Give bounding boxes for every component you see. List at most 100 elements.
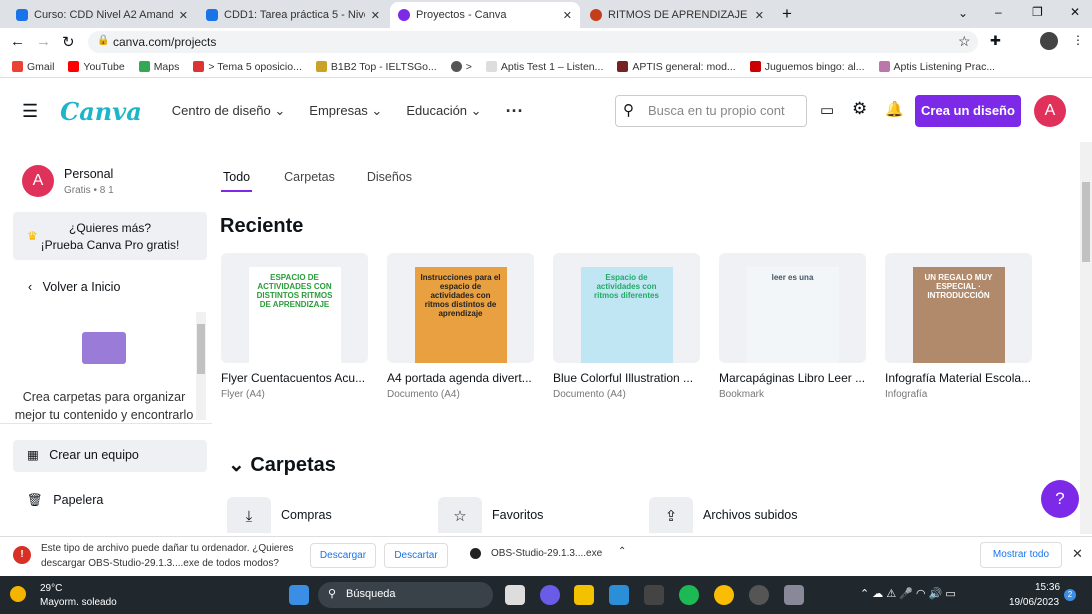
pro-promo[interactable]: ♛ ¿Quieres más? ¡Prueba Canva Pro gratis… [13, 212, 207, 260]
clock-time[interactable]: 15:36 [1035, 582, 1060, 593]
bookmark[interactable]: Gmail [12, 60, 54, 73]
close-window-button[interactable]: ✕ [1070, 5, 1080, 19]
star-icon[interactable]: ☆ [958, 33, 971, 50]
design-thumbnail[interactable]: Espacio de actividades con ritmos difere… [553, 253, 700, 363]
design-card[interactable]: leer es una Marcapáginas Libro Leer ... … [719, 253, 866, 400]
taskbar: 29°C Mayorm. soleado ⚲ Búsqueda ⌃ ☁ ⚠ 🎤 ◠… [0, 576, 1092, 614]
store-icon[interactable] [644, 585, 664, 605]
bookmark[interactable]: Juguemos bingo: al... [749, 60, 865, 73]
trash-link[interactable]: 🗑 Papelera [27, 493, 103, 508]
bookmark[interactable]: Aptis Test 1 – Listen... [485, 60, 603, 73]
avatar[interactable]: A [1034, 95, 1066, 127]
teams-icon[interactable] [540, 585, 560, 605]
spotify-icon[interactable] [679, 585, 699, 605]
sidebar-scrollbar[interactable] [196, 312, 206, 420]
obs-icon[interactable] [749, 585, 769, 605]
page-scrollbar[interactable] [1080, 142, 1092, 534]
new-tab-button[interactable]: + [782, 4, 792, 24]
bookmark[interactable]: B1B2 Top - IELTSGo... [315, 60, 437, 73]
desktop-icon[interactable]: ▭ [820, 101, 834, 119]
hamburger-menu-icon[interactable]: ☰ [22, 101, 38, 122]
tab-search-icon[interactable]: ⌄ [958, 6, 968, 20]
design-card[interactable]: UN REGALO MUY ESPECIAL · INTRODUCCIÓN In… [885, 253, 1032, 400]
design-thumbnail[interactable]: Instrucciones para el espacio de activid… [387, 253, 534, 363]
canva-icon [398, 9, 410, 21]
design-card[interactable]: ESPACIO DE ACTIVIDADES CON DISTINTOS RIT… [221, 253, 368, 400]
download-file[interactable]: OBS-Studio-29.1.3....exe [491, 548, 602, 559]
notification-badge[interactable]: 2 [1064, 589, 1076, 601]
task-view-icon[interactable] [505, 585, 525, 605]
account-plan: Gratis • 8 1 [64, 185, 114, 196]
tab-designs[interactable]: Diseños [367, 170, 412, 192]
minimize-button[interactable]: – [995, 5, 1002, 19]
temperature[interactable]: 29°C [40, 583, 62, 594]
chevron-up-icon[interactable]: ⌃ [618, 546, 626, 557]
tab-all[interactable]: Todo [221, 170, 253, 192]
bookmark[interactable]: > Tema 5 oposicio... [193, 60, 302, 73]
restore-button[interactable]: ❐ [1032, 5, 1043, 19]
design-title[interactable]: Blue Colorful Illustration ... [553, 371, 700, 385]
account-name[interactable]: Personal [64, 167, 113, 181]
design-title[interactable]: Flyer Cuentacuentos Acu... [221, 371, 368, 385]
bookmark[interactable]: Aptis Listening Prac... [878, 60, 995, 73]
bookmark[interactable]: APTIS general: mod... [617, 60, 736, 73]
tab-0[interactable]: Curso: CDD Nivel A2 Amanda Fe ✕ [8, 2, 196, 28]
settings-icon[interactable] [784, 585, 804, 605]
more-icon[interactable]: ··· [506, 101, 524, 122]
bookmark[interactable]: YouTube [68, 60, 125, 73]
canva-logo[interactable]: Canva [60, 97, 142, 126]
weather-text[interactable]: Mayorm. soleado [40, 597, 117, 608]
divider [0, 423, 212, 424]
nav-business[interactable]: Empresas ⌄ [309, 103, 382, 119]
discard-button[interactable]: Descartar [384, 543, 448, 568]
back-icon[interactable]: ← [10, 33, 25, 50]
search-input[interactable]: Busca en tu propio cont [615, 95, 807, 127]
system-tray-icons[interactable]: ⌃ ☁ ⚠ 🎤 ◠ 🔊 ▭ [860, 587, 956, 600]
design-title[interactable]: Infografía Material Escola... [885, 371, 1032, 385]
extensions-icon[interactable]: ✚ [990, 33, 1001, 49]
close-icon[interactable]: ✕ [179, 9, 188, 22]
design-title[interactable]: Marcapáginas Libro Leer ... [719, 371, 866, 385]
mail-icon[interactable] [609, 585, 629, 605]
download-button[interactable]: Descargar [310, 543, 376, 568]
forward-icon[interactable]: → [36, 33, 51, 50]
tab-2[interactable]: Proyectos - Canva ✕ [390, 2, 580, 28]
reload-icon[interactable]: ↻ [62, 33, 75, 51]
close-icon[interactable]: ✕ [371, 9, 380, 22]
show-all-button[interactable]: Mostrar todo [980, 542, 1062, 568]
clock-date[interactable]: 19/06/2023 [1009, 597, 1059, 608]
profile-avatar[interactable] [1040, 32, 1058, 50]
url-input[interactable]: canva.com/projects [88, 31, 978, 53]
back-home-link[interactable]: ‹ Volver a Inicio [28, 280, 120, 294]
file-explorer-icon[interactable] [574, 585, 594, 605]
close-icon[interactable]: ✕ [1072, 546, 1083, 562]
menu-icon[interactable]: ⋮ [1072, 33, 1084, 47]
create-design-button[interactable]: Crea un diseño [915, 95, 1021, 127]
folder-uploads[interactable]: ⇪ Archivos subidos [649, 497, 798, 533]
tab-1[interactable]: CDD1: Tarea práctica 5 - Nivel A2 ✕ [198, 2, 388, 28]
powerpoint-icon [590, 9, 602, 21]
design-thumbnail[interactable]: ESPACIO DE ACTIVIDADES CON DISTINTOS RIT… [221, 253, 368, 363]
start-button[interactable] [289, 585, 309, 605]
bookmark[interactable]: > [450, 60, 472, 73]
design-thumbnail[interactable]: UN REGALO MUY ESPECIAL · INTRODUCCIÓN [885, 253, 1032, 363]
close-icon[interactable]: ✕ [755, 9, 764, 22]
tab-folders[interactable]: Carpetas [284, 170, 335, 192]
design-card[interactable]: Espacio de actividades con ritmos difere… [553, 253, 700, 400]
close-icon[interactable]: ✕ [563, 9, 572, 22]
nav-education[interactable]: Educación ⌄ [406, 103, 481, 119]
folder-purchases[interactable]: ⤓ Compras [227, 497, 332, 533]
gear-icon[interactable]: ⚙ [852, 99, 867, 119]
folder-favorites[interactable]: ☆ Favoritos [438, 497, 543, 533]
help-button[interactable]: ? [1041, 480, 1079, 518]
chrome-icon[interactable] [714, 585, 734, 605]
design-thumbnail[interactable]: leer es una [719, 253, 866, 363]
bookmark[interactable]: Maps [138, 60, 179, 73]
bell-icon[interactable]: 🔔 [885, 100, 904, 118]
create-team-button[interactable]: ▦ Crear un equipo [13, 440, 207, 472]
tab-3[interactable]: RITMOS DE APRENDIZAJE - Cop ✕ [582, 2, 772, 28]
nav-design-center[interactable]: Centro de diseño ⌄ [172, 103, 286, 119]
design-title[interactable]: A4 portada agenda divert... [387, 371, 534, 385]
taskbar-search[interactable]: ⚲ Búsqueda [318, 582, 493, 608]
design-card[interactable]: Instrucciones para el espacio de activid… [387, 253, 534, 400]
